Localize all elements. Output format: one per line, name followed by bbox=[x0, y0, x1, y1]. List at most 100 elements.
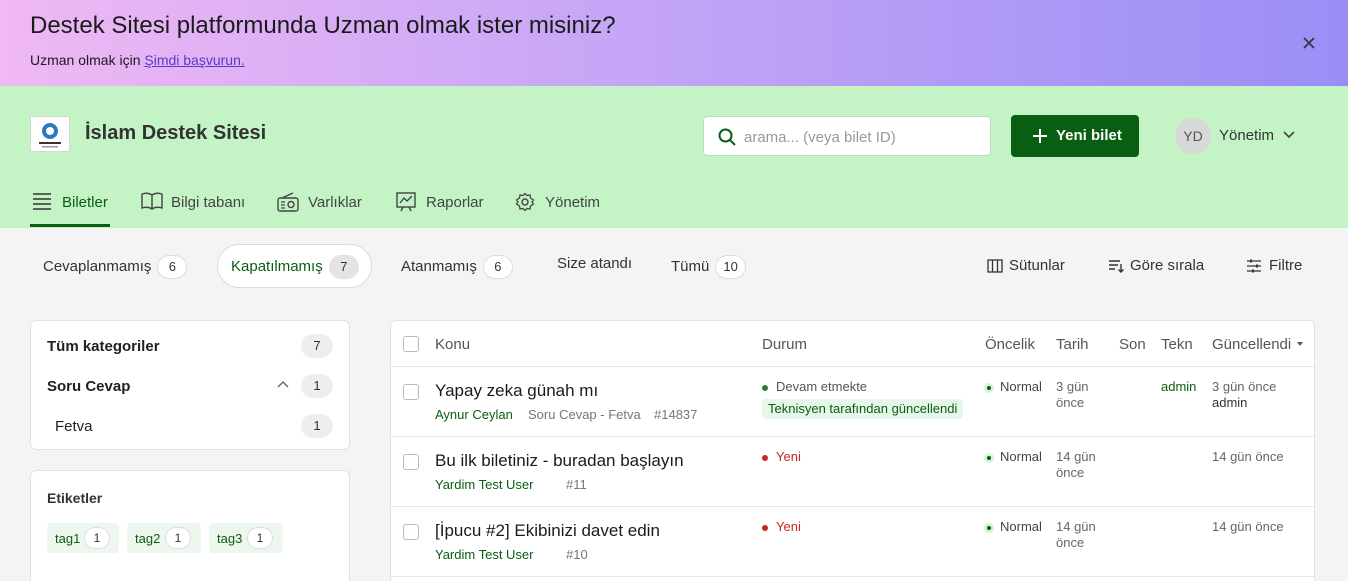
filter-count: 6 bbox=[157, 255, 188, 279]
filter-unanswered[interactable]: Cevaplanmamış 6 bbox=[43, 255, 188, 279]
table-header: Konu Durum Öncelik Tarih Son Tekn Güncel… bbox=[391, 321, 1314, 367]
tab-admin[interactable]: Yönetim bbox=[515, 190, 605, 220]
filter-count: 10 bbox=[715, 255, 746, 279]
banner-subtitle: Uzman olmak için Şimdi başvurun. bbox=[30, 52, 245, 68]
tab-tickets[interactable]: Biletler bbox=[32, 190, 112, 220]
ticket-subject[interactable]: [İpucu #2] Ekibinizi davet edin bbox=[435, 521, 660, 541]
ticket-status: Yeni bbox=[762, 519, 801, 534]
apply-link[interactable]: Şimdi başvurun. bbox=[144, 52, 244, 68]
filter-label: Cevaplanmamış bbox=[43, 257, 152, 275]
tab-reports[interactable]: Raporlar bbox=[396, 190, 486, 220]
ticket-subject[interactable]: Yapay zeka günah mı bbox=[435, 381, 598, 401]
chart-icon bbox=[396, 192, 416, 212]
updated-time: 14 gün önce bbox=[1212, 519, 1284, 534]
tab-tickets-label: Biletler bbox=[62, 194, 108, 211]
ticket-updated: 14 gün önce bbox=[1212, 519, 1284, 535]
column-status[interactable]: Durum bbox=[762, 336, 807, 353]
tag-name: tag1 bbox=[55, 531, 81, 546]
table-row[interactable]: Yapay zeka günah mı Aynur Ceylan Soru Ce… bbox=[391, 367, 1314, 437]
category-all[interactable]: Tüm kategoriler bbox=[47, 338, 160, 355]
promo-banner: Destek Sitesi platformunda Uzman olmak i… bbox=[0, 0, 1348, 86]
app-header: İslam Destek Sitesi Yeni bilet YD Yöneti… bbox=[0, 86, 1348, 228]
date-line: 14 gün bbox=[1056, 449, 1096, 464]
tag-chip[interactable]: tag2 1 bbox=[127, 523, 201, 553]
priority-dot bbox=[984, 452, 994, 463]
status-dot bbox=[762, 454, 768, 461]
tags-title: Etiketler bbox=[47, 490, 103, 506]
tag-name: tag2 bbox=[135, 531, 161, 546]
book-icon bbox=[141, 192, 163, 210]
date-line: önce bbox=[1056, 465, 1085, 480]
column-tech[interactable]: Tekn bbox=[1161, 336, 1193, 353]
chevron-down-icon[interactable] bbox=[1283, 131, 1295, 139]
ticket-user[interactable]: Yardim Test User bbox=[435, 477, 534, 492]
sort-icon bbox=[1109, 260, 1124, 273]
select-all-checkbox[interactable] bbox=[403, 336, 419, 352]
ticket-category: Soru Cevap - Fetva bbox=[528, 407, 641, 422]
tag-count: 1 bbox=[84, 527, 110, 549]
filter-unassigned[interactable]: Atanmamış 6 bbox=[401, 255, 513, 279]
tag-chip[interactable]: tag3 1 bbox=[209, 523, 283, 553]
ticket-date: 14 gün önce bbox=[1056, 449, 1106, 481]
ticket-subject[interactable]: Bu ilk biletiniz - buradan başlayın bbox=[435, 451, 684, 471]
status-label: Devam etmekte bbox=[776, 379, 868, 394]
priority-dot bbox=[984, 522, 994, 533]
category-all-count: 7 bbox=[301, 334, 333, 358]
chevron-up-icon[interactable] bbox=[277, 380, 289, 388]
column-subject[interactable]: Konu bbox=[435, 336, 470, 353]
gear-icon bbox=[515, 192, 535, 212]
category-soru-cevap[interactable]: Soru Cevap bbox=[47, 378, 130, 395]
search-input[interactable] bbox=[744, 126, 974, 148]
avatar[interactable]: YD bbox=[1175, 118, 1211, 154]
table-row[interactable]: Bu ilk biletiniz - buradan başlayın Yard… bbox=[391, 437, 1314, 507]
site-name[interactable]: İslam Destek Sitesi bbox=[85, 122, 266, 145]
close-icon[interactable] bbox=[1300, 34, 1318, 52]
column-priority[interactable]: Öncelik bbox=[985, 336, 1035, 353]
categories-card: Tüm kategoriler 7 Soru Cevap 1 Fetva 1 bbox=[30, 320, 350, 450]
row-checkbox[interactable] bbox=[403, 454, 419, 470]
ticket-id: #11 bbox=[566, 477, 587, 492]
tags-card: Etiketler tag1 1 tag2 1 tag3 1 bbox=[30, 470, 350, 581]
priority-label: Normal bbox=[1000, 449, 1042, 464]
priority-label: Normal bbox=[1000, 379, 1042, 394]
tab-assets[interactable]: Varlıklar bbox=[277, 190, 367, 220]
ticket-date: 14 gün önce bbox=[1056, 519, 1106, 551]
sliders-icon bbox=[1247, 259, 1261, 273]
ticket-id: #10 bbox=[566, 547, 588, 562]
sort-desc-icon[interactable] bbox=[1297, 342, 1303, 346]
filter-label: Tümü bbox=[671, 257, 710, 275]
ticket-tech[interactable]: admin bbox=[1161, 379, 1196, 394]
search-icon bbox=[718, 128, 736, 146]
ticket-date: 3 gün önce bbox=[1056, 379, 1106, 411]
row-checkbox[interactable] bbox=[403, 524, 419, 540]
category-fetva[interactable]: Fetva bbox=[55, 418, 93, 435]
filter-assigned-to-you[interactable]: Size atandı bbox=[557, 255, 632, 272]
search-box[interactable] bbox=[703, 116, 991, 156]
column-updated[interactable]: Güncellendi bbox=[1212, 336, 1291, 353]
filter-count: 6 bbox=[482, 255, 513, 279]
tab-knowledge-base[interactable]: Bilgi tabanı bbox=[141, 190, 251, 220]
ticket-priority: Normal bbox=[984, 449, 1042, 464]
banner-title: Destek Sitesi platformunda Uzman olmak i… bbox=[30, 12, 616, 39]
site-logo[interactable] bbox=[30, 116, 70, 152]
filter-all[interactable]: Tümü 10 bbox=[671, 255, 746, 279]
filter-open[interactable]: Kapatılmamış 7 bbox=[231, 255, 359, 279]
row-checkbox[interactable] bbox=[403, 384, 419, 400]
status-dot bbox=[762, 384, 768, 391]
table-row[interactable]: [İpucu #2] Ekibinizi davet edin Yardim T… bbox=[391, 507, 1314, 577]
columns-icon bbox=[987, 259, 1003, 273]
column-last[interactable]: Son bbox=[1119, 336, 1146, 353]
filter-button-label: Filtre bbox=[1269, 257, 1303, 274]
ticket-priority: Normal bbox=[984, 519, 1042, 534]
tag-count: 1 bbox=[165, 527, 191, 549]
filter-label: Atanmamış bbox=[401, 257, 477, 275]
tag-chip[interactable]: tag1 1 bbox=[47, 523, 119, 553]
date-line: önce bbox=[1056, 395, 1085, 410]
new-ticket-button[interactable]: Yeni bilet bbox=[1011, 115, 1139, 157]
admin-menu-label[interactable]: Yönetim bbox=[1219, 127, 1274, 144]
ticket-user[interactable]: Yardim Test User bbox=[435, 547, 534, 562]
list-icon bbox=[33, 193, 51, 210]
column-date[interactable]: Tarih bbox=[1056, 336, 1089, 353]
ticket-status: Devam etmekte bbox=[762, 379, 867, 394]
ticket-user[interactable]: Aynur Ceylan bbox=[435, 407, 513, 422]
